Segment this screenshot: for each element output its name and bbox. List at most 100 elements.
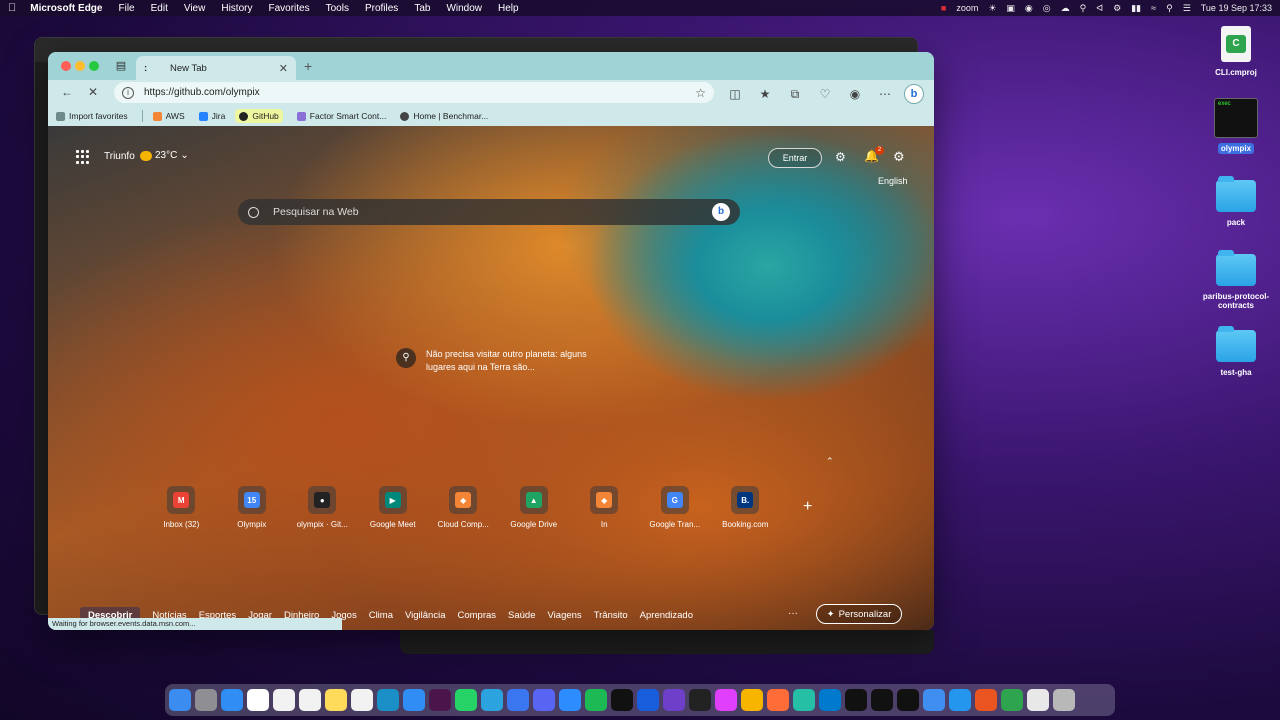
dock-postman-icon[interactable] [767, 689, 789, 711]
maximize-window-button[interactable] [89, 61, 99, 71]
site-info-icon[interactable]: i [122, 86, 134, 99]
chevron-up-icon[interactable]: ⌃ [826, 456, 834, 467]
shield-icon[interactable]: ⚲ [1080, 3, 1087, 14]
favorite-benchmark[interactable]: Home | Benchmar... [400, 111, 488, 121]
dock-signal-icon[interactable] [507, 689, 529, 711]
bluetooth-icon[interactable]: ᐊ [1096, 3, 1103, 14]
cloud-icon[interactable]: ☁ [1061, 3, 1070, 14]
copilot-icon[interactable]: b [904, 84, 924, 104]
dock-flower-app-icon[interactable] [715, 689, 737, 711]
app-launcher-icon[interactable] [76, 150, 90, 164]
screenshot-icon[interactable]: ▣ [1006, 3, 1015, 14]
profile-icon[interactable]: ◉ [844, 87, 866, 101]
quick-link-google-drive[interactable]: ▲ Google Drive [499, 486, 570, 529]
caption-text[interactable]: Não precisa visitar outro planeta: algun… [426, 348, 596, 374]
quick-link-cloud[interactable]: ◆ Cloud Comp... [428, 486, 499, 529]
favorite-jira[interactable]: Jira [198, 111, 225, 121]
dock-safari-icon[interactable] [403, 689, 425, 711]
zoom-status[interactable]: zoom [956, 3, 978, 13]
signin-button[interactable]: Entrar [768, 148, 822, 168]
dock-docker-icon[interactable] [949, 689, 971, 711]
favorite-factor[interactable]: Factor Smart Cont... [296, 111, 386, 121]
quick-link-github[interactable]: ● olympix · Git... [287, 486, 358, 529]
favorites-icon[interactable]: ★ [754, 87, 776, 101]
favorite-star-icon[interactable]: ☆ [695, 86, 706, 100]
weather-location[interactable]: Triunfo [104, 151, 135, 162]
dock-vscode-insiders-icon[interactable] [793, 689, 815, 711]
dock-telegram-icon[interactable] [481, 689, 503, 711]
minimize-window-button[interactable] [75, 61, 85, 71]
dock-vscode-icon[interactable] [819, 689, 841, 711]
dock-notes-icon[interactable] [325, 689, 347, 711]
feed-tab-clima[interactable]: Clima [369, 610, 393, 621]
dock-github-desktop-icon[interactable] [663, 689, 685, 711]
background-terminal-window[interactable] [400, 630, 934, 654]
desktop-icon-paribus[interactable]: paribus-protocol-contracts [1196, 250, 1276, 310]
dock-chrome-icon[interactable] [299, 689, 321, 711]
quick-link-inbox[interactable]: M Inbox (32) [146, 486, 217, 529]
favorite-import[interactable]: Import favorites [56, 111, 128, 121]
dock-calendar-icon[interactable] [247, 689, 269, 711]
quick-link-google-meet[interactable]: ▶ Google Meet [358, 486, 429, 529]
dock-slack-icon[interactable] [429, 689, 451, 711]
tab-actions-icon[interactable]: ▤ [114, 59, 128, 73]
dock-freeform-icon[interactable] [351, 689, 373, 711]
weather-widget[interactable]: 23°C ⌄ [140, 150, 189, 161]
favorite-github[interactable]: GitHub [235, 109, 283, 123]
feed-tab-saude[interactable]: Saúde [508, 610, 535, 621]
dock-finder-icon[interactable] [169, 689, 191, 711]
quick-link-olympix[interactable]: 15 Olympix [217, 486, 288, 529]
menu-edit[interactable]: Edit [151, 3, 168, 14]
dock-zoom-icon[interactable] [559, 689, 581, 711]
close-window-button[interactable] [61, 61, 71, 71]
new-tab-button[interactable]: + [304, 58, 312, 74]
control-center-icon[interactable]: ☰ [1183, 3, 1191, 14]
feed-tab-transito[interactable]: Trânsito [594, 610, 628, 621]
menu-tab[interactable]: Tab [414, 3, 430, 14]
weather-status-icon[interactable]: ☀ [988, 3, 996, 14]
dock-edge-icon[interactable] [377, 689, 399, 711]
menu-view[interactable]: View [184, 3, 206, 14]
battery-icon[interactable]: ▮▮ [1131, 3, 1141, 14]
menu-window[interactable]: Window [446, 3, 482, 14]
wifi-icon[interactable]: ≈ [1151, 3, 1156, 13]
favorite-aws[interactable]: AWS [152, 111, 185, 121]
menu-file[interactable]: File [118, 3, 134, 14]
desktop-icon-olympix[interactable]: exec olympix [1196, 98, 1276, 154]
dock-bitwarden-icon[interactable] [637, 689, 659, 711]
dock-camtasia-icon[interactable] [1001, 689, 1023, 711]
add-quick-link-button[interactable]: + [803, 498, 812, 516]
feed-tab-aprendizado[interactable]: Aprendizado [640, 610, 693, 621]
dock-terminal-app-icon[interactable] [689, 689, 711, 711]
address-bar[interactable]: i https://github.com/olympix ☆ [114, 82, 714, 103]
spotlight-search-icon[interactable]: ⚲ [1166, 3, 1173, 14]
menu-tools[interactable]: Tools [326, 3, 349, 14]
browser-essentials-icon[interactable]: ♡ [814, 87, 836, 101]
desktop-icon-pack[interactable]: pack [1196, 176, 1276, 227]
rewards-icon[interactable]: ⚙ [835, 150, 846, 164]
search-input[interactable]: Pesquisar na Web [273, 206, 359, 218]
menu-profiles[interactable]: Profiles [365, 3, 398, 14]
bing-search-icon[interactable]: b [712, 203, 730, 221]
feed-more-button[interactable]: ··· [788, 608, 798, 619]
tab-new-tab[interactable]: : New Tab ✕ [136, 56, 296, 80]
dock-mail-icon[interactable] [221, 689, 243, 711]
web-search-box[interactable]: Pesquisar na Web b [238, 199, 740, 225]
dock-sketch-app-icon[interactable] [741, 689, 763, 711]
feed-tab-vigilancia[interactable]: Vigilância [405, 610, 446, 621]
desktop-icon-test-gha[interactable]: test-gha [1196, 326, 1276, 377]
menu-help[interactable]: Help [498, 3, 519, 14]
dock-documents-icon[interactable] [1027, 689, 1049, 711]
dock-whatsapp-icon[interactable] [455, 689, 477, 711]
menu-history[interactable]: History [221, 3, 252, 14]
personalize-button[interactable]: ✦ Personalizar [816, 604, 902, 624]
desktop-icon-cli-cmproj[interactable]: C CLI.cmproj [1196, 26, 1276, 77]
close-tab-icon[interactable]: ✕ [279, 62, 288, 75]
stop-loading-icon[interactable]: ✕ [82, 85, 104, 99]
dock-tidal-icon[interactable] [611, 689, 633, 711]
chrome-status-icon[interactable]: ◉ [1025, 3, 1033, 14]
language-link[interactable]: English [878, 176, 908, 186]
dock-webstorm-icon[interactable] [845, 689, 867, 711]
more-options-icon[interactable]: ⋯ [874, 87, 896, 101]
back-icon[interactable]: ← [56, 85, 78, 99]
